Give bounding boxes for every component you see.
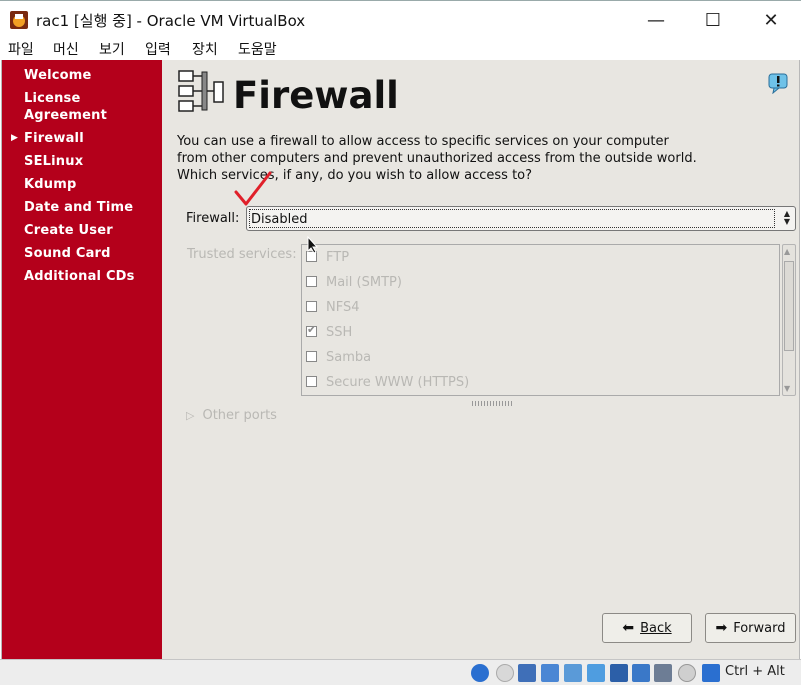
list-item[interactable]: Mail (SMTP) bbox=[302, 273, 779, 298]
forward-arrow-icon: ➡ bbox=[715, 620, 728, 636]
hard-disk-icon[interactable] bbox=[471, 664, 489, 682]
audio-icon[interactable] bbox=[518, 664, 536, 682]
optical-drive-icon[interactable] bbox=[496, 664, 514, 682]
red-checkmark-annotation-icon bbox=[234, 171, 272, 206]
menu-help[interactable]: 도움말 bbox=[238, 39, 277, 59]
scroll-thumb[interactable] bbox=[784, 261, 794, 351]
service-label: Samba bbox=[326, 350, 372, 365]
minimize-button[interactable]: — bbox=[627, 1, 685, 39]
status-bar: Ctrl + Alt bbox=[0, 659, 801, 685]
virtualbox-app-icon bbox=[10, 11, 28, 29]
sidebar-item-firewall: Firewall bbox=[24, 131, 84, 146]
menu-file[interactable]: 파일 bbox=[8, 39, 34, 59]
maximize-button[interactable]: ☐ bbox=[684, 1, 742, 39]
sidebar-item-create-user: Create User bbox=[24, 223, 113, 238]
menu-input[interactable]: 입력 bbox=[145, 39, 171, 59]
firewall-select[interactable]: Disabled ▲ ▼ bbox=[246, 206, 796, 231]
back-button-label: Back bbox=[640, 620, 672, 636]
firewall-network-icon bbox=[178, 70, 224, 112]
network-icon[interactable] bbox=[541, 664, 559, 682]
menu-devices[interactable]: 장치 bbox=[192, 39, 218, 59]
close-icon: ✕ bbox=[763, 9, 779, 31]
service-checkbox-nfs4[interactable] bbox=[306, 301, 317, 312]
maximize-icon: ☐ bbox=[704, 9, 722, 31]
service-label: SSH bbox=[326, 325, 353, 340]
current-step-arrow-icon: ▶ bbox=[11, 133, 18, 143]
service-label: FTP bbox=[326, 250, 350, 265]
mouse-integration-icon[interactable] bbox=[678, 664, 696, 682]
forward-button[interactable]: ➡ Forward bbox=[705, 613, 796, 643]
window-titlebar: rac1 [실행 중] - Oracle VM VirtualBox — ☐ ✕ bbox=[0, 0, 801, 38]
list-item[interactable]: NFS4 bbox=[302, 298, 779, 323]
virtualization-icon bbox=[654, 664, 672, 682]
resize-grip-icon[interactable] bbox=[472, 401, 512, 406]
mouse-pointer-icon bbox=[307, 236, 319, 254]
firewall-label: Firewall: bbox=[186, 211, 240, 226]
sidebar-item-welcome: Welcome bbox=[24, 68, 92, 83]
trusted-services-label: Trusted services: bbox=[187, 247, 297, 262]
guest-display: Welcome License Agreement ▶ Firewall SEL… bbox=[1, 60, 800, 659]
trusted-services-list[interactable]: FTP Mail (SMTP) NFS4 ✔ SSH Samba Secure … bbox=[301, 244, 780, 396]
display-icon[interactable] bbox=[610, 664, 628, 682]
service-checkbox-smtp[interactable] bbox=[306, 276, 317, 287]
video-capture-icon[interactable] bbox=[632, 664, 650, 682]
select-arrows-icon: ▲ ▼ bbox=[783, 209, 790, 226]
sidebar-item-date-and-time: Date and Time bbox=[24, 200, 134, 215]
other-ports-expander[interactable]: ▷ Other ports bbox=[186, 408, 277, 423]
sidebar-item-selinux: SELinux bbox=[24, 154, 84, 169]
scroll-up-icon[interactable]: ▲ bbox=[784, 247, 790, 256]
list-item[interactable]: FTP bbox=[302, 248, 779, 273]
host-key-label: Ctrl + Alt bbox=[725, 664, 785, 679]
list-item[interactable]: Samba bbox=[302, 348, 779, 373]
service-label: Mail (SMTP) bbox=[326, 275, 402, 290]
keyboard-capture-icon[interactable] bbox=[702, 664, 720, 682]
scroll-down-icon[interactable]: ▼ bbox=[784, 384, 790, 393]
service-label: Secure WWW (HTTPS) bbox=[326, 375, 470, 390]
page-title: Firewall bbox=[233, 74, 399, 117]
minimize-icon: — bbox=[647, 9, 665, 31]
list-item[interactable]: Secure WWW (HTTPS) bbox=[302, 373, 779, 395]
service-label: NFS4 bbox=[326, 300, 360, 315]
usb-icon[interactable] bbox=[564, 664, 582, 682]
other-ports-label: Other ports bbox=[202, 408, 277, 423]
back-arrow-icon: ⬅ bbox=[622, 620, 635, 636]
back-button[interactable]: ⬅ Back bbox=[602, 613, 692, 643]
service-checkbox-samba[interactable] bbox=[306, 351, 317, 362]
expander-triangle-icon: ▷ bbox=[186, 409, 195, 422]
services-scrollbar[interactable]: ▲ ▼ bbox=[782, 244, 796, 396]
focus-ring bbox=[249, 209, 775, 228]
window-title: rac1 [실행 중] - Oracle VM VirtualBox bbox=[36, 12, 306, 30]
menu-view[interactable]: 보기 bbox=[99, 39, 125, 59]
help-icon[interactable] bbox=[767, 72, 789, 94]
close-button[interactable]: ✕ bbox=[742, 1, 800, 39]
menu-machine[interactable]: 머신 bbox=[53, 39, 79, 59]
sidebar-item-license-agreement: License Agreement bbox=[24, 91, 108, 123]
list-item[interactable]: ✔ SSH bbox=[302, 323, 779, 348]
menu-bar: 파일 머신 보기 입력 장치 도움말 bbox=[0, 38, 801, 60]
sidebar-item-kdump: Kdump bbox=[24, 177, 77, 192]
firewall-page: Firewall You can use a firewall to allow… bbox=[162, 60, 801, 659]
check-icon: ✔ bbox=[307, 323, 317, 336]
service-checkbox-ssh[interactable]: ✔ bbox=[306, 323, 317, 337]
sidebar-item-sound-card: Sound Card bbox=[24, 246, 111, 261]
forward-button-label: Forward bbox=[733, 620, 786, 636]
firstboot-sidebar: Welcome License Agreement ▶ Firewall SEL… bbox=[2, 60, 162, 659]
sidebar-item-additional-cds: Additional CDs bbox=[24, 269, 135, 284]
service-checkbox-https[interactable] bbox=[306, 376, 317, 387]
shared-folders-icon[interactable] bbox=[587, 664, 605, 682]
